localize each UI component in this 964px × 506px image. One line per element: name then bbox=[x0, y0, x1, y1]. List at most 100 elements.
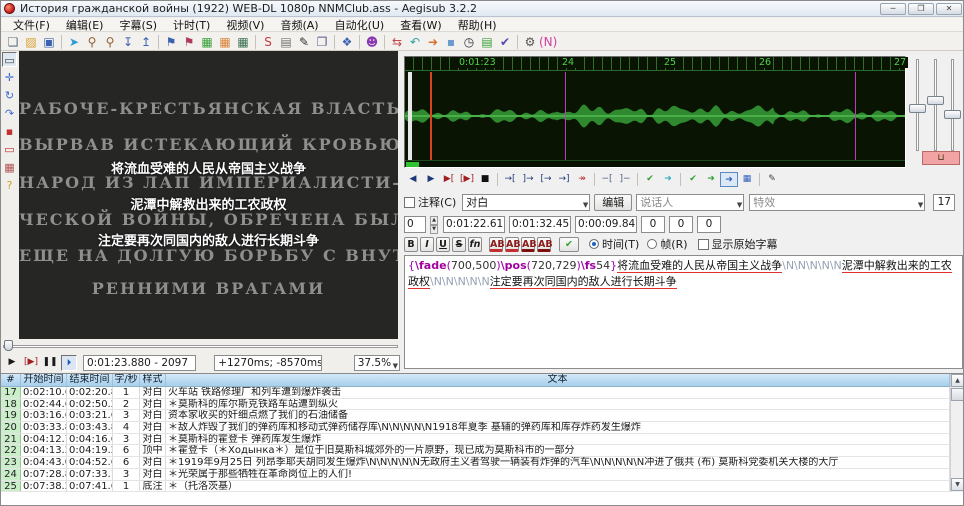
lead-out-icon[interactable]: ]− bbox=[616, 172, 634, 187]
menu-item-8[interactable]: 帮助(H) bbox=[450, 17, 505, 33]
table-row[interactable]: 180:02:44.650:02:50.202对白＊莫斯科的库尔斯克铁路车站遭到… bbox=[1, 399, 950, 411]
effect-select[interactable]: 特效 ▼ bbox=[749, 194, 925, 211]
duration-field[interactable]: 0:00:09.84 bbox=[575, 216, 637, 233]
select-lines-icon[interactable]: ↧ bbox=[119, 34, 137, 50]
grid-header-4[interactable]: 样式 bbox=[140, 374, 166, 386]
automation-icon[interactable]: ⚙ bbox=[521, 34, 539, 50]
shift-times-icon[interactable]: ⇆ bbox=[388, 34, 406, 50]
attachments-icon[interactable]: ▦ bbox=[216, 34, 234, 50]
table-row[interactable]: 240:07:28.810:07:33.163对白＊光荣属于那些牺牲在革命岗位上… bbox=[1, 469, 950, 481]
color-button-2[interactable]: AB bbox=[505, 237, 519, 252]
menu-item-1[interactable]: 编辑(E) bbox=[58, 17, 112, 33]
show-original-checkbox[interactable] bbox=[698, 239, 709, 250]
play-500-before-icon[interactable]: →[ bbox=[501, 172, 519, 187]
play-last-500-icon[interactable]: →] bbox=[555, 172, 573, 187]
table-row[interactable]: 210:04:12.770:04:16.643对白＊莫斯科的霍登卡 弹药库发生爆… bbox=[1, 434, 950, 446]
drag-position-icon[interactable]: ✛ bbox=[2, 70, 17, 85]
standard-cursor-icon[interactable]: ▭ bbox=[2, 52, 17, 67]
timing-flag-icon[interactable]: ⚑ bbox=[180, 34, 198, 50]
color-button-4[interactable]: AB bbox=[537, 237, 551, 252]
menu-item-6[interactable]: 自动化(U) bbox=[327, 17, 393, 33]
table-row[interactable]: 220:04:13.270:04:19.276顶中＊霍登卡（＊Ходынка＊）… bbox=[1, 445, 950, 457]
margin-vertical-field[interactable]: 0 bbox=[697, 216, 721, 233]
grid-header-2[interactable]: 结束时间 bbox=[67, 374, 113, 386]
play-line-icon[interactable]: ▶[ bbox=[440, 172, 458, 187]
find-icon[interactable]: ⚲ bbox=[83, 34, 101, 50]
clip-icon[interactable]: ▭ bbox=[2, 142, 17, 157]
audio-vzoom-handle[interactable] bbox=[927, 96, 944, 105]
audio-waveform[interactable] bbox=[405, 72, 905, 160]
selection-start-marker[interactable] bbox=[430, 72, 432, 160]
audio-vzoom-slider[interactable] bbox=[934, 59, 937, 151]
video-pause-button[interactable]: ❚❚ bbox=[42, 355, 58, 371]
kanji-timer-icon[interactable]: ✎ bbox=[295, 34, 313, 50]
about-icon[interactable]: (N) bbox=[539, 34, 557, 50]
play-selection-icon[interactable]: [▶] bbox=[458, 172, 476, 187]
styling-assistant-icon[interactable]: S bbox=[259, 34, 277, 50]
menu-item-5[interactable]: 音频(A) bbox=[272, 17, 326, 33]
play-next-icon[interactable]: ▶ bbox=[422, 172, 440, 187]
color-button-3[interactable]: AB bbox=[521, 237, 535, 252]
comment-checkbox[interactable] bbox=[404, 197, 415, 208]
karaoke-icon[interactable]: ✎ bbox=[763, 172, 781, 187]
properties-icon[interactable]: ▤ bbox=[478, 34, 496, 50]
edit-style-button[interactable]: 编辑 bbox=[594, 194, 632, 211]
auto-scroll-icon[interactable]: ➜ bbox=[720, 172, 738, 187]
table-row[interactable]: 200:03:33.850:03:43.884对白＊敌人炸毁了我们的弹药库和移动… bbox=[1, 422, 950, 434]
audio-scrollbar[interactable] bbox=[405, 160, 905, 167]
table-row[interactable]: 170:02:10.610:02:20.811对白火车站 铁路修理厂和列车遭到爆… bbox=[1, 387, 950, 399]
audio-display[interactable]: 0:01:2324252627 bbox=[404, 56, 906, 168]
options-icon[interactable]: ☻ bbox=[363, 34, 381, 50]
video-auto-seek-toggle[interactable]: ⏵ bbox=[61, 355, 77, 371]
redo-icon[interactable]: ➜ bbox=[424, 34, 442, 50]
end-time-field[interactable]: 0:01:32.45 bbox=[509, 216, 571, 233]
scroll-down-icon[interactable]: ▼ bbox=[951, 478, 964, 491]
layer-spinner[interactable]: ▲▼ bbox=[430, 216, 438, 233]
rotate-z-icon[interactable]: ↻ bbox=[2, 88, 17, 103]
audio-volume-handle[interactable] bbox=[944, 110, 961, 119]
translation-assistant-icon[interactable]: ▤ bbox=[277, 34, 295, 50]
new-file-icon[interactable]: ❏ bbox=[4, 34, 22, 50]
grid-header-0[interactable]: # bbox=[1, 374, 21, 386]
scroll-up-icon[interactable]: ▲ bbox=[951, 374, 964, 387]
jump-audio-icon[interactable]: ↥ bbox=[137, 34, 155, 50]
underline-button[interactable]: U bbox=[436, 237, 450, 252]
goto-selection-icon[interactable]: ➜ bbox=[659, 172, 677, 187]
restore-button[interactable]: ❐ bbox=[908, 3, 934, 15]
menu-item-7[interactable]: 查看(W) bbox=[392, 17, 449, 33]
lead-in-icon[interactable]: −[ bbox=[598, 172, 616, 187]
menu-item-3[interactable]: 计时(T) bbox=[165, 17, 218, 33]
auto-commit-icon[interactable]: ✔ bbox=[684, 172, 702, 187]
scale-icon[interactable]: ▪ bbox=[2, 124, 17, 139]
table-row[interactable]: 230:04:43.010:04:52.686对白＊1919年9月25日 列昂季… bbox=[1, 457, 950, 469]
resample-icon[interactable]: ❖ bbox=[338, 34, 356, 50]
play-to-end-icon[interactable]: ↠ bbox=[573, 172, 591, 187]
rotate-xy-icon[interactable]: ↷ bbox=[2, 106, 17, 121]
spectrum-toggle-icon[interactable]: ▦ bbox=[738, 172, 756, 187]
subtitle-text-editor[interactable]: {\fade(700,500)\pos(720,729)\fs54}将流血受难的… bbox=[404, 255, 963, 369]
link-sliders-toggle[interactable]: ⊔ bbox=[922, 151, 960, 165]
play-500-after-icon[interactable]: ]→ bbox=[519, 172, 537, 187]
toggle-tags-icon[interactable]: ▪ bbox=[442, 34, 460, 50]
replace-icon[interactable]: ⚲ bbox=[101, 34, 119, 50]
play-prev-icon[interactable]: ◀ bbox=[404, 172, 422, 187]
vector-clip-icon[interactable]: ▦ bbox=[2, 160, 17, 175]
video-play-button[interactable]: ▶ bbox=[4, 355, 20, 371]
grid-header-5[interactable]: 文本 bbox=[166, 374, 950, 386]
grid-header-1[interactable]: 开始时间 bbox=[21, 374, 67, 386]
bold-button[interactable]: B bbox=[404, 237, 418, 252]
play-first-500-icon[interactable]: [→ bbox=[537, 172, 555, 187]
scroll-thumb[interactable] bbox=[951, 388, 964, 401]
frame-radio[interactable] bbox=[647, 239, 657, 249]
font-button[interactable]: fn bbox=[468, 237, 482, 252]
video-display[interactable]: РАБОЧЕ-КРЕСТЬЯНСКАЯ ВЛАСТЬ,ВЫРВАВ ИСТЕКА… bbox=[19, 51, 398, 339]
italic-button[interactable]: I bbox=[420, 237, 434, 252]
commit-icon[interactable]: ✔ bbox=[641, 172, 659, 187]
time-radio[interactable] bbox=[589, 239, 599, 249]
margin-right-field[interactable]: 0 bbox=[669, 216, 693, 233]
title-bar[interactable]: История гражданской войны (1922) WEB-DL … bbox=[1, 1, 964, 17]
table-row[interactable]: 190:03:16.650:03:21.683对白资本家收买的奸细点燃了我们的石… bbox=[1, 410, 950, 422]
minimize-button[interactable]: ─ bbox=[880, 3, 906, 15]
strikeout-button[interactable]: S bbox=[452, 237, 466, 252]
open-file-icon[interactable]: ▨ bbox=[22, 34, 40, 50]
